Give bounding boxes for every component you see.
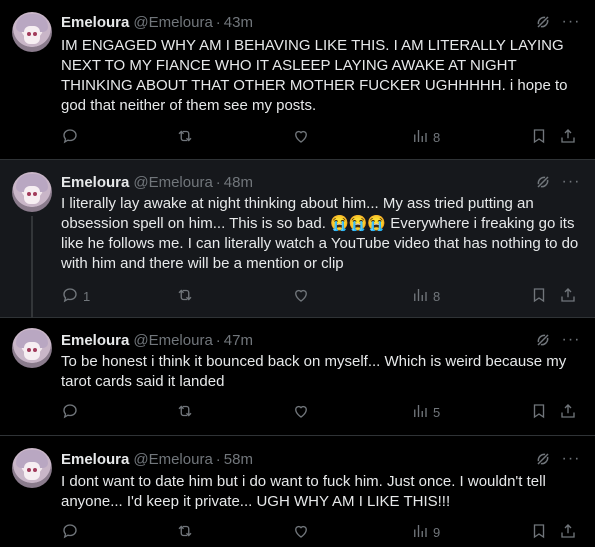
display-name[interactable]: Emeloura <box>61 451 129 468</box>
post-feed: Emeloura @Emeloura · 43m ··· IM ENGAGED … <box>0 0 595 547</box>
user-handle[interactable]: @Emeloura <box>133 14 212 31</box>
bookmark-button[interactable] <box>530 286 548 306</box>
post-header: Emeloura @Emeloura · 47m <box>61 330 253 350</box>
heart-icon <box>292 286 310 307</box>
grok-icon[interactable] <box>533 330 553 350</box>
share-button[interactable] <box>559 522 577 542</box>
reply-icon <box>61 522 79 543</box>
avatar[interactable] <box>12 172 52 212</box>
avatar[interactable] <box>12 12 52 52</box>
reply-icon <box>61 286 79 307</box>
views-button[interactable]: 5 <box>411 402 440 422</box>
reply-icon <box>61 127 79 148</box>
action-bar: 9 <box>61 522 581 542</box>
reply-count: 1 <box>83 288 91 304</box>
action-bar: 5 <box>61 402 581 422</box>
views-icon <box>411 402 429 423</box>
grok-icon[interactable] <box>533 449 553 469</box>
user-handle[interactable]: @Emeloura <box>133 332 212 349</box>
post-header: Emeloura @Emeloura · 58m <box>61 449 253 469</box>
repost-button[interactable] <box>176 522 198 542</box>
action-bar: 8 <box>61 127 581 147</box>
grok-icon[interactable] <box>533 12 553 32</box>
like-button[interactable] <box>292 402 314 422</box>
separator-dot: · <box>215 13 221 31</box>
separator-dot: · <box>215 450 221 468</box>
bookmark-icon <box>530 402 548 423</box>
reply-button[interactable]: 1 <box>61 286 90 306</box>
post-text: To be honest i think it bounced back on … <box>61 353 571 390</box>
repost-icon <box>176 286 194 307</box>
post-header: Emeloura @Emeloura · 43m <box>61 12 253 32</box>
bookmark-button[interactable] <box>530 522 548 542</box>
timestamp[interactable]: 47m <box>224 332 253 349</box>
post[interactable]: Emeloura @Emeloura · 58m ··· I dont want… <box>0 436 595 547</box>
post[interactable]: Emeloura @Emeloura · 48m ··· I literally… <box>0 160 595 318</box>
share-icon <box>559 127 577 148</box>
view-count: 8 <box>433 129 441 145</box>
avatar[interactable] <box>12 448 52 488</box>
share-button[interactable] <box>559 402 577 422</box>
repost-button[interactable] <box>176 402 198 422</box>
user-handle[interactable]: @Emeloura <box>133 451 212 468</box>
action-bar: 1 8 <box>61 286 581 306</box>
heart-icon <box>292 402 310 423</box>
views-icon <box>411 286 429 307</box>
bookmark-icon <box>530 286 548 307</box>
display-name[interactable]: Emeloura <box>61 174 129 191</box>
repost-button[interactable] <box>176 127 198 147</box>
repost-button[interactable] <box>176 286 198 306</box>
repost-icon <box>176 402 194 423</box>
view-count: 8 <box>433 288 441 304</box>
like-button[interactable] <box>292 127 314 147</box>
reply-button[interactable] <box>61 522 83 542</box>
heart-icon <box>292 127 310 148</box>
view-count: 9 <box>433 524 441 540</box>
timestamp[interactable]: 43m <box>224 14 253 31</box>
bookmark-button[interactable] <box>530 127 548 147</box>
reply-button[interactable] <box>61 402 83 422</box>
views-icon <box>411 522 429 543</box>
view-count: 5 <box>433 404 441 420</box>
display-name[interactable]: Emeloura <box>61 14 129 31</box>
share-button[interactable] <box>559 286 577 306</box>
bookmark-icon <box>530 127 548 148</box>
views-button[interactable]: 8 <box>411 127 440 147</box>
reply-icon <box>61 402 79 423</box>
user-handle[interactable]: @Emeloura <box>133 174 212 191</box>
thread-line <box>31 216 33 318</box>
post[interactable]: Emeloura @Emeloura · 43m ··· IM ENGAGED … <box>0 0 595 160</box>
bookmark-icon <box>530 522 548 543</box>
more-icon[interactable]: ··· <box>561 12 581 32</box>
separator-dot: · <box>215 173 221 191</box>
like-button[interactable] <box>292 286 314 306</box>
views-icon <box>411 127 429 148</box>
share-icon <box>559 402 577 423</box>
display-name[interactable]: Emeloura <box>61 332 129 349</box>
repost-icon <box>176 522 194 543</box>
more-icon[interactable]: ··· <box>561 449 581 469</box>
post-text: I literally lay awake at night thinking … <box>61 195 583 272</box>
like-button[interactable] <box>292 522 314 542</box>
repost-icon <box>176 127 194 148</box>
timestamp[interactable]: 48m <box>224 174 253 191</box>
views-button[interactable]: 9 <box>411 522 440 542</box>
post[interactable]: Emeloura @Emeloura · 47m ··· To be hones… <box>0 318 595 436</box>
more-icon[interactable]: ··· <box>561 172 581 192</box>
reply-button[interactable] <box>61 127 83 147</box>
bookmark-button[interactable] <box>530 402 548 422</box>
grok-icon[interactable] <box>533 172 553 192</box>
post-text: IM ENGAGED WHY AM I BEHAVING LIKE THIS. … <box>61 37 572 114</box>
views-button[interactable]: 8 <box>411 286 440 306</box>
share-button[interactable] <box>559 127 577 147</box>
more-icon[interactable]: ··· <box>561 330 581 350</box>
post-header: Emeloura @Emeloura · 48m <box>61 172 253 192</box>
separator-dot: · <box>215 331 221 349</box>
post-text: I dont want to date him but i do want to… <box>61 473 550 510</box>
avatar[interactable] <box>12 328 52 368</box>
share-icon <box>559 522 577 543</box>
timestamp[interactable]: 58m <box>224 451 253 468</box>
share-icon <box>559 286 577 307</box>
heart-icon <box>292 522 310 543</box>
